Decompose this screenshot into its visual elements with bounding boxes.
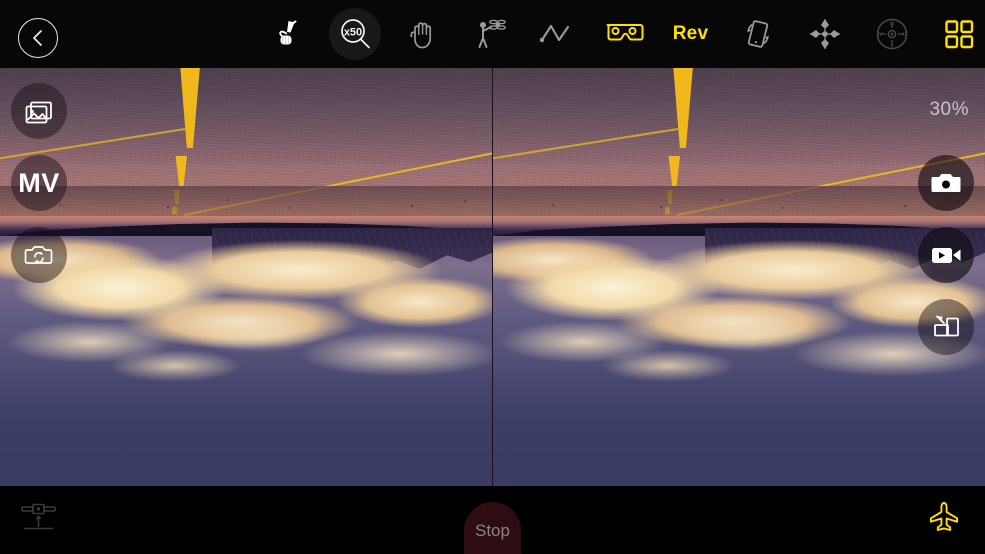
crosshair-target-icon [809,19,840,49]
bottom-toolbar: Stop [0,486,985,554]
stop-label: Stop [475,521,510,540]
video-feed-left-eye[interactable] [0,68,492,486]
drone-takeoff-icon [21,503,56,530]
road-shading [0,68,492,164]
image-icon [25,101,52,124]
hand-peace-icon [278,20,296,45]
photo-capture-button[interactable] [918,155,974,211]
svg-text:x50: x50 [343,27,361,39]
toolbar-item-vr[interactable] [590,0,657,68]
toolbar-item-grid[interactable] [925,0,985,68]
rev-label: Rev [672,23,709,44]
toolbar-mode-group: x50 Rev N S E W [255,0,985,68]
toolbar-item-target[interactable] [791,0,858,68]
camera-scene-left [0,68,492,486]
toolbar-item-palm[interactable] [389,0,456,68]
svg-text:W: W [877,32,882,38]
svg-text:N: N [890,22,894,28]
battery-percentage: 30% [929,99,969,120]
camera-switch-button[interactable] [11,227,67,283]
camera-icon [931,174,961,192]
road-shading [493,68,985,164]
chevron-left-icon [33,30,42,46]
airplane-icon [929,502,959,531]
gravel-texture [0,193,492,215]
toolbar-item-rotate[interactable] [724,0,791,68]
grid-2x2-icon [944,20,973,49]
camera-scene-right [493,68,985,486]
mv-mode-button[interactable]: MV [11,155,67,211]
video-camera-icon [932,248,961,263]
video-record-button[interactable] [918,227,974,283]
top-toolbar: x50 Rev N S E W [0,0,985,68]
vr-goggles-icon [606,24,643,41]
waypoint-path-icon [539,24,569,43]
magnifier-icon: x50 [340,19,370,49]
drone-controller-app: MV 30% x50 Rev N S E W Stop [0,0,985,554]
gallery-button[interactable] [11,83,67,139]
sky-gradient-fade [0,368,492,486]
stereo-video-feed[interactable] [0,68,985,486]
video-feed-right-eye[interactable] [493,68,985,486]
camera-rotate-icon [24,246,53,264]
toolbar-item-waypoint[interactable] [523,0,590,68]
sky-gradient-fade [493,368,985,486]
toolbar-item-gesture[interactable] [255,0,322,68]
aircraft-status-button[interactable] [921,494,967,540]
takeoff-landing-button[interactable] [16,494,62,540]
gravel-texture [493,193,985,215]
toolbar-item-zoom[interactable]: x50 [322,0,389,68]
compass-icon: N S E W [876,18,907,51]
stop-button[interactable]: Stop [464,502,521,554]
screen-swap-button[interactable] [918,299,974,355]
stereo-divider [492,68,493,486]
back-button[interactable] [18,18,58,58]
person-drone-follow-icon [478,19,506,48]
toolbar-item-rev[interactable]: Rev [657,0,724,68]
screen-swap-icon [934,315,959,337]
mv-label: MV [18,167,60,198]
phone-rotate-icon [746,20,769,48]
toolbar-item-compass[interactable]: N S E W [858,0,925,68]
hand-palm-icon [410,22,431,49]
toolbar-item-follow[interactable] [456,0,523,68]
